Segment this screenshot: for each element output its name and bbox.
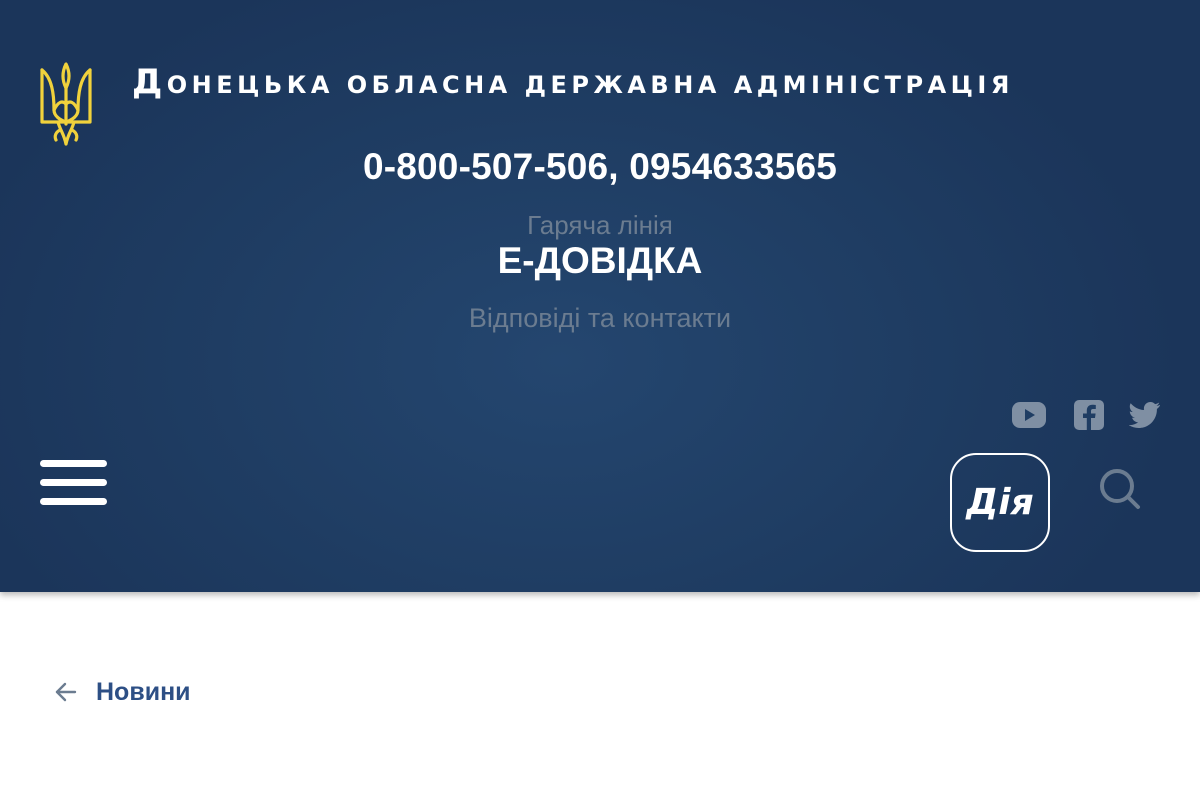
org-title-text: онецька обласна державна адміністрація xyxy=(166,71,1014,99)
youtube-icon xyxy=(1012,402,1046,428)
org-title[interactable]: Донецька обласна державна адміністрація xyxy=(132,62,1014,102)
hotline-phone[interactable]: 0-800-507-506, 0954633565 xyxy=(0,146,1200,188)
twitter-link[interactable] xyxy=(1128,399,1162,431)
diia-label: Дія xyxy=(966,482,1034,523)
menu-button[interactable] xyxy=(40,460,107,506)
breadcrumb-back-link[interactable]: Новини xyxy=(54,676,191,708)
site-header: Донецька обласна державна адміністрація … xyxy=(0,0,1200,592)
edovidka-subtitle[interactable]: Відповіді та контакти xyxy=(0,303,1200,334)
facebook-link[interactable] xyxy=(1072,399,1106,431)
org-title-initial: Д xyxy=(132,62,167,102)
youtube-link[interactable] xyxy=(1012,399,1046,431)
arrow-left-icon xyxy=(55,682,77,702)
diia-button[interactable]: Дія xyxy=(950,453,1050,552)
edovidka-title[interactable]: Е-ДОВІДКА xyxy=(0,240,1200,282)
menu-line xyxy=(40,460,107,467)
facebook-icon xyxy=(1074,400,1104,430)
menu-line xyxy=(40,479,107,486)
coat-of-arms-icon[interactable] xyxy=(38,60,94,148)
twitter-icon xyxy=(1129,402,1160,428)
hotline-label: Гаряча лінія xyxy=(527,210,673,240)
breadcrumb-label: Новини xyxy=(96,677,191,706)
search-icon[interactable] xyxy=(1098,467,1142,511)
menu-line xyxy=(40,498,107,505)
